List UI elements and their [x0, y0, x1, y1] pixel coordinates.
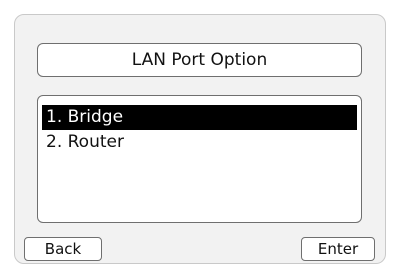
option-list: 1. Bridge 2. Router	[37, 95, 362, 223]
list-item-router[interactable]: 2. Router	[42, 130, 357, 155]
screen-title: LAN Port Option	[37, 43, 362, 77]
list-item-bridge[interactable]: 1. Bridge	[42, 105, 357, 130]
device-screen: LAN Port Option 1. Bridge 2. Router Back…	[14, 14, 386, 264]
enter-button[interactable]: Enter	[301, 237, 375, 261]
back-button[interactable]: Back	[24, 237, 102, 261]
